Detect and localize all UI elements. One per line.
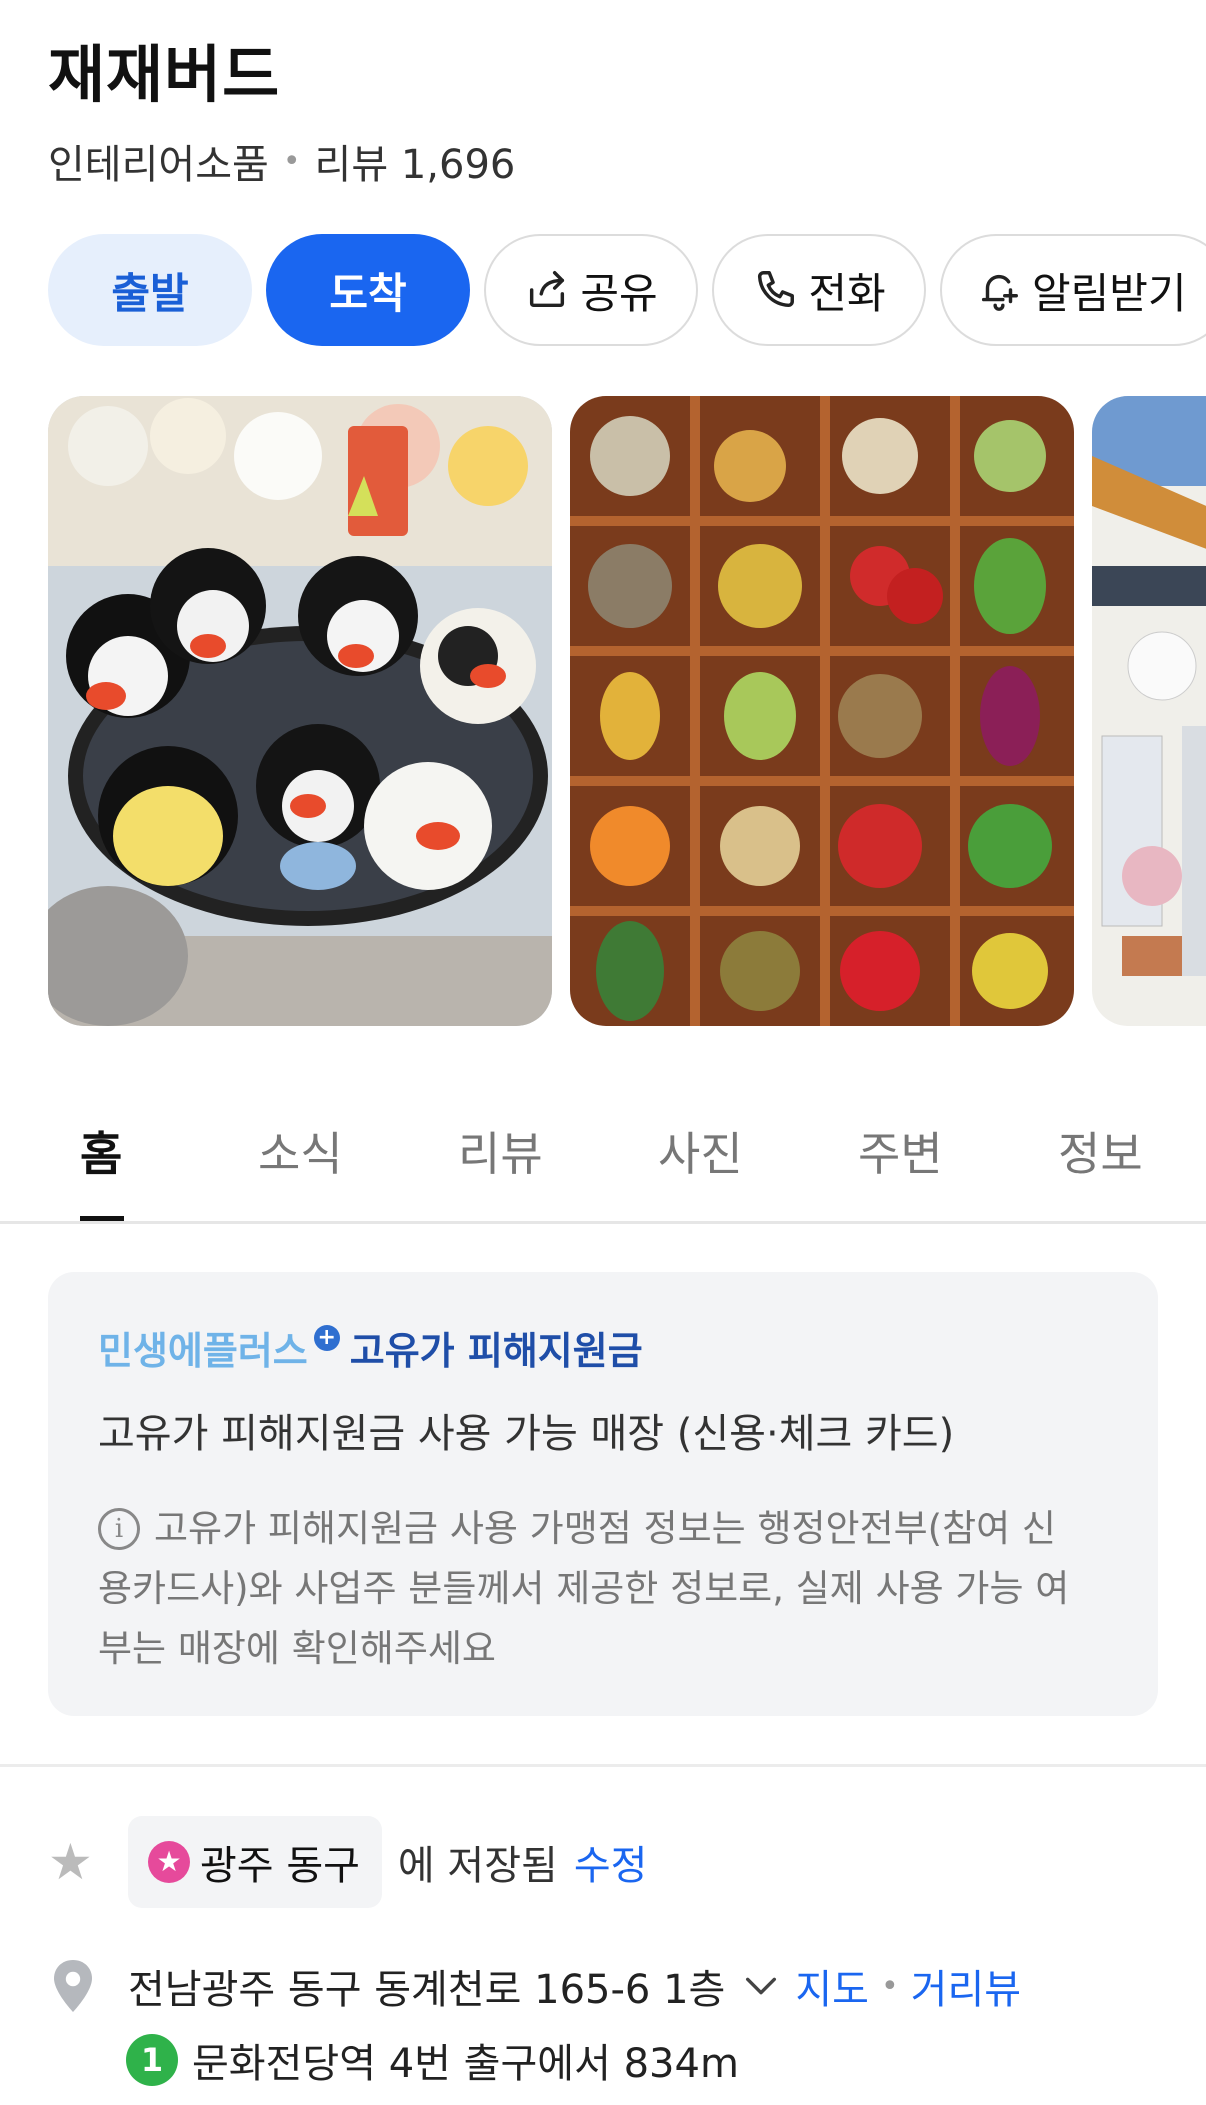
info-line-2: 용카드사)와 사업주 분들께서 제공한 정보로, 실제 사용 가능 여 [98,1567,1070,1610]
chevron-down-icon[interactable] [741,1966,781,2006]
place-meta: 인테리어소품 • 리뷰 1,696 [48,132,515,190]
address-row: 전남광주 동구 동계천로 165-6 1층 지도 • 거리뷰 [48,1956,1021,2016]
tab-bar: 홈 소식 리뷰 사진 주변 정보 [0,1088,1206,1224]
info-line-3: 부는 매장에 확인해주세요 [98,1627,496,1670]
photo-felt-vegetables[interactable] [570,396,1074,1026]
subsidy-info-text: 고유가 피해지원금 사용 가맹점 정보는 행정안전부(참여 신 용카드사)와 사… [98,1499,1069,1679]
link-separator: • [880,1968,899,2004]
subway-line-badge: 1 [126,2034,178,2086]
subsidy-brand: 민생에플러스 + 고유가 피해지원금 [98,1320,1108,1375]
info-icon: i [98,1508,140,1550]
subsidy-headline: 고유가 피해지원금 사용 가능 매장 (신용·체크 카드) [98,1411,955,1457]
tab-reviews[interactable]: 리뷰 [458,1118,543,1184]
start-button[interactable]: 출발 [48,234,252,346]
subsidy-info: i 고유가 피해지원금 사용 가맹점 정보는 행정안전부(참여 신 용카드사)와… [98,1499,1108,1679]
edit-saved-link[interactable]: 수정 [574,1833,648,1891]
felt-vegetables-photo [570,396,1074,1026]
meta-separator: • [282,143,301,179]
bell-plus-icon [981,274,1018,311]
call-button[interactable]: 전화 [712,234,926,346]
plus-icon: + [313,1324,340,1351]
location-pin-icon [54,1960,92,2012]
saved-list-name: 광주 동구 [200,1843,360,1889]
phone-icon [758,271,795,308]
street-view-link[interactable]: 거리뷰 [911,1957,1021,2015]
action-bar: 출발 도착 공유 전화 알림받기 [48,234,1206,346]
storefront-photo [1092,396,1206,1026]
info-line-1: 고유가 피해지원금 사용 가맹점 정보는 행정안전부(참여 신 [154,1507,1056,1550]
tab-photos[interactable]: 사진 [658,1118,743,1184]
place-title: 재재버드 [48,38,281,111]
review-count-link[interactable]: 리뷰 1,696 [315,132,516,190]
tab-nearby[interactable]: 주변 [858,1118,943,1184]
tab-info[interactable]: 정보 [1058,1118,1143,1184]
share-icon [530,271,565,308]
brand-name-part2: 고유가 피해지원금 [349,1329,643,1373]
tab-home[interactable]: 홈 [80,1118,122,1184]
photo-storefront[interactable] [1092,396,1206,1026]
photo-carousel[interactable] [48,396,1206,1026]
share-label: 공유 [580,268,658,318]
plush-penguins-photo [48,396,552,1026]
brand-name-part1: 민생에플러스 [98,1329,308,1373]
transit-row: 1 문화전당역 4번 출구에서 834m [126,2030,739,2090]
saved-list-star-icon: ★ [148,1841,190,1883]
tab-news[interactable]: 소식 [258,1118,343,1184]
photo-plush-penguins[interactable] [48,396,552,1026]
notify-label: 알림받기 [1032,268,1187,318]
active-tab-indicator [80,1216,124,1221]
place-category: 인테리어소품 [48,142,269,188]
saved-suffix: 에 저장됨 [397,1843,558,1889]
call-label: 전화 [808,268,886,318]
saved-list-chip[interactable]: ★ 광주 동구 [128,1816,382,1908]
subsidy-notice-card: 민생에플러스 + 고유가 피해지원금 고유가 피해지원금 사용 가능 매장 (신… [48,1272,1158,1716]
address-text: 전남광주 동구 동계천로 165-6 1층 [128,1967,726,2013]
section-divider [0,1764,1206,1767]
arrive-button[interactable]: 도착 [266,234,470,346]
notify-button[interactable]: 알림받기 [940,234,1206,346]
transit-text: 문화전당역 4번 출구에서 834m [192,2041,739,2087]
saved-row: ★ ★ 광주 동구 에 저장됨 수정 [48,1816,647,1908]
map-link[interactable]: 지도 [795,1957,869,2015]
star-icon: ★ [48,1833,93,1891]
share-button[interactable]: 공유 [484,234,698,346]
